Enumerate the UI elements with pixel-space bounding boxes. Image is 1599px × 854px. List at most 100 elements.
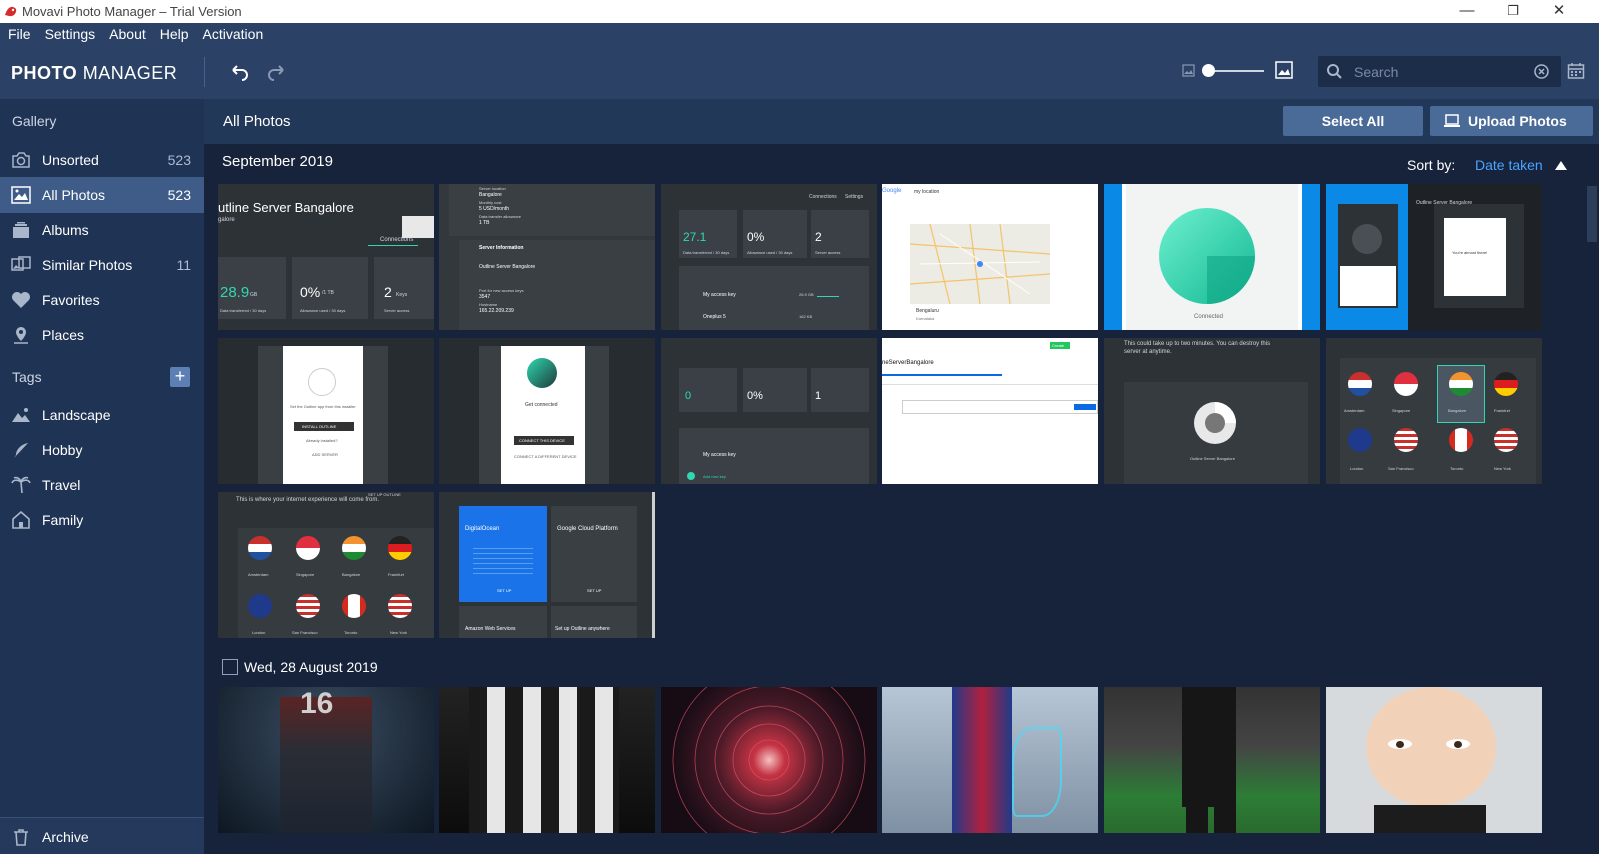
- photo-thumbnail[interactable]: Amsterdam Singapore Bangalore Frankfurt …: [1326, 338, 1542, 484]
- photo-thumbnail[interactable]: Connections Settings 27.1 0% 2 Data tran…: [661, 184, 877, 330]
- photo-thumbnail[interactable]: DigitalOcean SET UP Google Cloud Platfor…: [439, 492, 655, 638]
- photo-thumbnail[interactable]: neServerBangalore Create: [882, 338, 1098, 484]
- sidebar-item-all-photos[interactable]: All Photos 523: [0, 177, 204, 213]
- sidebar-item-similar-photos[interactable]: Similar Photos 11: [0, 247, 204, 283]
- small-thumbnail-icon[interactable]: [1182, 64, 1195, 77]
- photo-thumbnail[interactable]: This is where your internet experience w…: [218, 492, 434, 638]
- photo-thumbnail[interactable]: [661, 687, 877, 833]
- photo-thumbnail[interactable]: Connected: [1104, 184, 1320, 330]
- maximize-button[interactable]: ❐: [1490, 0, 1536, 23]
- albums-icon: [13, 222, 29, 238]
- close-button[interactable]: ✕: [1536, 0, 1582, 23]
- pin-icon: [14, 327, 28, 344]
- sidebar-tag-landscape[interactable]: Landscape: [0, 397, 204, 433]
- thumb-text: DigitalOcean: [465, 526, 500, 532]
- thumb-text: SET UP: [497, 588, 512, 593]
- tunnel-artwork-graphic: [672, 687, 866, 833]
- thumb-text: Hostname: [479, 302, 498, 307]
- thumb-text: CONNECT A DIFFERENT DEVICE: [514, 454, 577, 459]
- thumb-text: 0%: [300, 284, 321, 300]
- thumb-text: 28.9: [220, 284, 250, 301]
- thumb-text: My access key: [703, 292, 736, 298]
- photo-thumbnail[interactable]: Set the Outline app from this installer …: [218, 338, 434, 484]
- menu-help[interactable]: Help: [160, 26, 196, 42]
- sidebar-item-label: Favorites: [42, 292, 100, 308]
- thumb-text: 1 TB: [479, 220, 490, 226]
- sidebar-item-places[interactable]: Places: [0, 317, 204, 353]
- sidebar-tag-hobby[interactable]: Hobby: [0, 432, 204, 468]
- photo-thumbnail[interactable]: [882, 687, 1098, 833]
- sidebar-tag-travel[interactable]: Travel: [0, 467, 204, 503]
- photo-thumbnail[interactable]: This could take up to two minutes. You c…: [1104, 338, 1320, 484]
- scrollbar-thumb[interactable]: [1587, 186, 1597, 242]
- thumb-text: 0%: [747, 390, 763, 402]
- toolbar-separator: [204, 57, 205, 87]
- similar-icon: [11, 256, 31, 271]
- thumb-text: This could take up to two minutes. You c…: [1124, 341, 1271, 355]
- thumb-text: Google Cloud Platform: [557, 526, 618, 532]
- camera-icon: [12, 152, 30, 168]
- gallery-label: Gallery: [12, 113, 57, 129]
- sidebar-tag-family[interactable]: Family: [0, 502, 204, 538]
- thumb-text: ADD SERVER: [312, 452, 338, 457]
- upload-photos-button[interactable]: Upload Photos: [1430, 106, 1593, 136]
- thumb-text: Server access: [815, 250, 841, 255]
- photo-thumbnail[interactable]: Outline Server Bangalore You're almost t…: [1326, 184, 1542, 330]
- thumb-text: neServerBangalore: [882, 360, 934, 366]
- sidebar-item-archive[interactable]: Archive: [0, 817, 204, 854]
- sort-direction-icon[interactable]: [1555, 160, 1567, 170]
- undo-icon[interactable]: [227, 60, 251, 84]
- sort-dropdown[interactable]: Date taken: [1475, 157, 1543, 173]
- photo-thumbnail[interactable]: Server location Bangalore Monthly cost 5…: [439, 184, 655, 330]
- sidebar-item-favorites[interactable]: Favorites: [0, 282, 204, 318]
- photo-thumbnail[interactable]: [1326, 687, 1542, 833]
- photo-thumbnail[interactable]: Get connected CONNECT THIS DEVICE CONNEC…: [439, 338, 655, 484]
- menu-about[interactable]: About: [109, 26, 153, 42]
- thumb-text: Bangalore: [342, 572, 361, 577]
- thumb-text: Karnataka: [916, 316, 935, 321]
- menu-settings[interactable]: Settings: [45, 26, 103, 42]
- tag-label: Landscape: [42, 407, 111, 423]
- minimize-button[interactable]: —: [1444, 0, 1490, 23]
- thumb-text: Toronto: [1450, 466, 1464, 471]
- search-input[interactable]: [1354, 61, 1524, 82]
- sidebar-item-count: 11: [176, 257, 191, 273]
- thumb-text: Monthly cost: [479, 200, 502, 205]
- thumb-text: Allowance used / 30 days: [747, 250, 793, 255]
- menu-bar: File Settings About Help Activation: [0, 23, 1599, 45]
- thumb-text: 0%: [747, 230, 765, 244]
- sidebar-item-unsorted[interactable]: Unsorted 523: [0, 142, 204, 178]
- select-all-button[interactable]: Select All: [1283, 106, 1423, 136]
- thumbnail-size-slider-handle[interactable]: [1202, 64, 1215, 77]
- title-bar: Movavi Photo Manager – Trial Version — ❐…: [0, 0, 1599, 23]
- clear-search-icon[interactable]: [1534, 64, 1549, 79]
- photo-thumbnail[interactable]: Google my location Bengaluru Karnataka: [882, 184, 1098, 330]
- thumb-text: 2: [384, 284, 392, 300]
- photo-thumbnail[interactable]: [439, 687, 655, 833]
- palm-icon: [11, 476, 31, 494]
- thumb-text: Port for new access keys: [479, 288, 524, 293]
- thumb-text: Allowance used / 30 days: [300, 308, 346, 313]
- photo-thumbnail[interactable]: 0 0% 1 My access key Add new key: [661, 338, 877, 484]
- menu-activation[interactable]: Activation: [203, 26, 271, 42]
- thumb-text: Set the Outline app from this installer: [290, 404, 356, 409]
- calendar-icon[interactable]: [1567, 62, 1585, 80]
- large-thumbnail-icon[interactable]: [1275, 61, 1293, 79]
- redo-icon[interactable]: [265, 60, 289, 84]
- sidebar-item-label: All Photos: [42, 187, 106, 203]
- photo-grid: September 2019 Sort by: Date taken utlin…: [204, 144, 1599, 854]
- group-select-checkbox[interactable]: [222, 659, 238, 675]
- group-title-august: Wed, 28 August 2019: [244, 659, 378, 675]
- photo-thumbnail[interactable]: [1104, 687, 1320, 833]
- thumb-text: This is where your internet experience w…: [236, 497, 380, 503]
- group-title-september: September 2019: [222, 153, 333, 170]
- add-tag-button[interactable]: +: [170, 367, 190, 387]
- logo-light: MANAGER: [82, 63, 178, 83]
- thumb-text: Keys: [396, 292, 408, 298]
- menu-file[interactable]: File: [8, 26, 38, 42]
- sidebar-item-albums[interactable]: Albums: [0, 212, 204, 248]
- photo-thumbnail[interactable]: utline Server Bangalore galore Connectio…: [218, 184, 434, 330]
- photo-thumbnail[interactable]: 16: [218, 687, 434, 833]
- app-logo-icon: [5, 6, 17, 17]
- vertical-scrollbar[interactable]: [1584, 186, 1599, 854]
